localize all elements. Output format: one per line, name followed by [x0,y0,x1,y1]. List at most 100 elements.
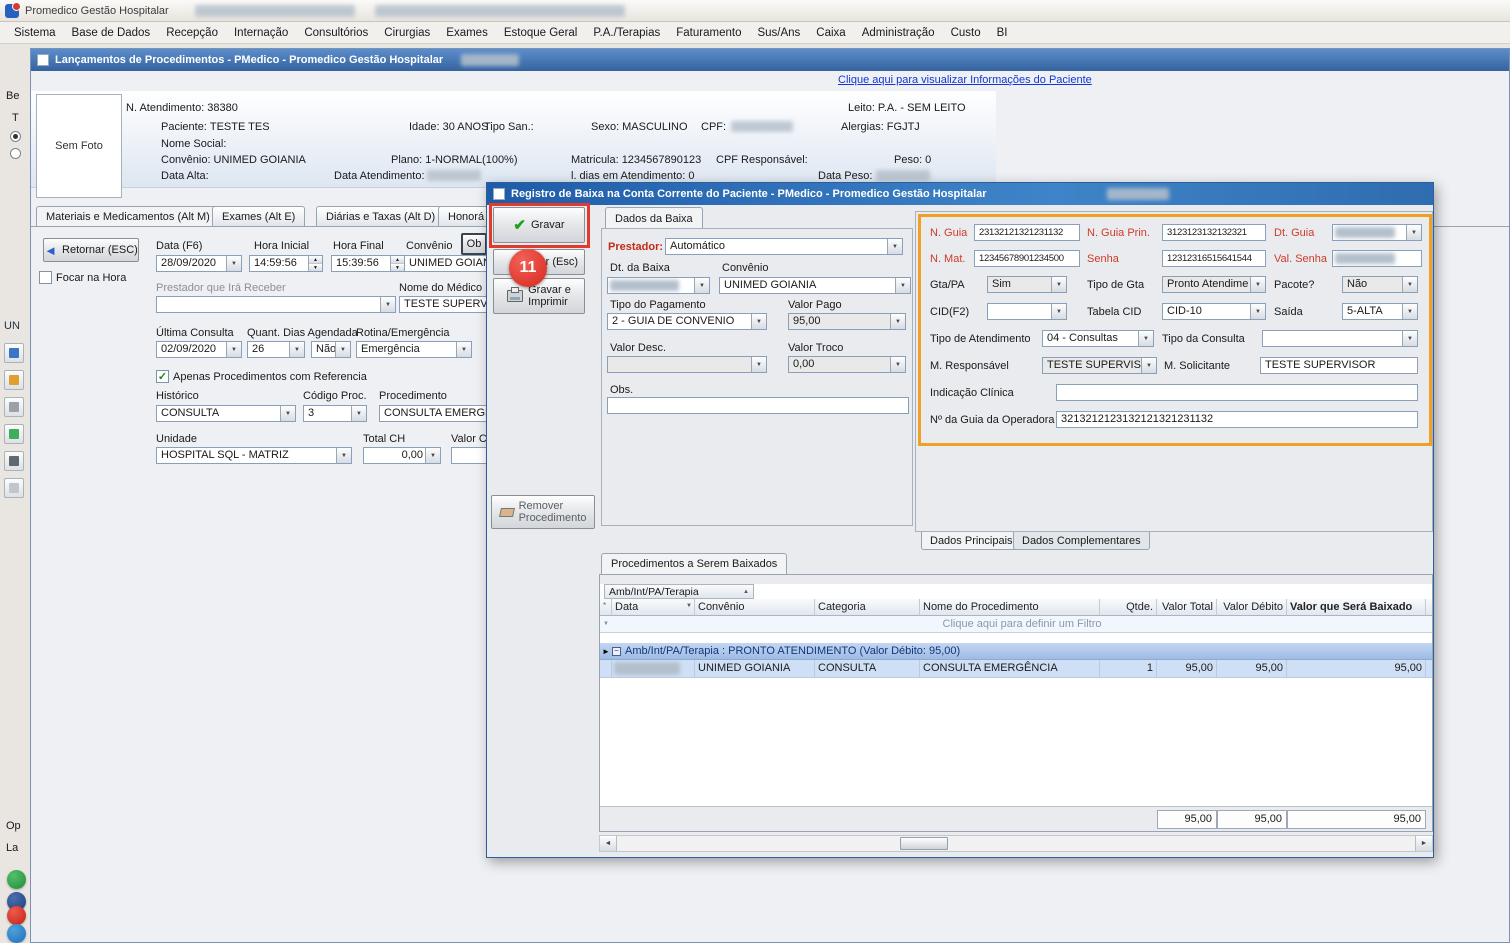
chevron-down-icon[interactable]: ▼ [1402,277,1417,292]
data-f6-combo[interactable]: 28/09/2020 ▼ [156,255,242,272]
chevron-down-icon[interactable]: ▼ [226,342,241,357]
col-header-data[interactable]: Data▼ [612,599,695,616]
tab-diarias-taxas[interactable]: Diárias e Taxas (Alt D) [316,206,445,227]
col-header-valor-baixado[interactable]: Valor que Será Baixado [1287,599,1426,616]
menu-pa-terapias[interactable]: P.A./Terapias [585,24,668,42]
col-header-valor-debito[interactable]: Valor Débito [1217,599,1287,616]
col-header-valor-total[interactable]: Valor Total [1157,599,1217,616]
col-header-procedimento[interactable]: Nome do Procedimento [920,599,1100,616]
side-radio-2[interactable] [10,148,21,159]
pacote-combo[interactable]: Não ▼ [1342,276,1418,293]
n-guia-input[interactable]: 23132121321231132 [974,224,1080,241]
chevron-down-icon[interactable]: ▼ [335,342,350,357]
shortcut-red-icon[interactable] [7,906,26,925]
prestador-combo[interactable]: Automático ▼ [665,238,903,255]
chevron-down-icon[interactable]: ▼ [456,342,471,357]
chevron-down-icon[interactable]: ▼ [751,314,766,329]
col-header-convenio[interactable]: Convênio [695,599,815,616]
grid-group-row[interactable]: ► − Amb/Int/PA/Terapia : PRONTO ATENDIME… [600,643,1432,660]
side-tool-printer-icon[interactable] [4,451,24,471]
chevron-down-icon[interactable]: ▼ [694,278,709,293]
n-guia-operadora-input[interactable]: 3213212123132121321231132 [1056,411,1418,428]
shortcut-teal-icon[interactable] [7,924,26,943]
cid-f2-combo[interactable]: ▼ [987,303,1067,320]
tab-dados-complementares[interactable]: Dados Complementares [1013,532,1150,550]
side-tool-icon-4[interactable] [4,424,24,444]
tab-procedimentos-baixados[interactable]: Procedimentos a Serem Baixados [601,553,787,574]
menu-sistema[interactable]: Sistema [6,24,64,42]
tipo-gta-combo[interactable]: Pronto Atendime ▼ [1162,276,1266,293]
chevron-down-icon[interactable]: ▼ [1051,277,1066,292]
tab-dados-principais[interactable]: Dados Principais [921,532,1022,550]
hora-inicial-field[interactable]: 14:59:56 ▲▼ [249,255,323,272]
obs-input[interactable] [607,397,909,414]
chevron-down-icon[interactable]: ▼ [1406,225,1421,240]
m-responsavel-combo[interactable]: TESTE SUPERVIS ▼ [1042,357,1157,374]
scroll-left-icon[interactable]: ◄ [600,836,617,851]
menu-recepcao[interactable]: Recepção [158,24,226,42]
rotina-emergencia-combo[interactable]: Emergência ▼ [356,341,472,358]
side-tool-icon-1[interactable] [4,343,24,363]
menu-exames[interactable]: Exames [438,24,496,42]
tab-exames[interactable]: Exames (Alt E) [212,206,305,227]
total-ch-field[interactable]: 0,00 ▼ [363,447,441,464]
dt-guia-combo[interactable]: ▼ [1332,224,1422,241]
collapse-icon[interactable]: − [612,647,621,656]
chevron-down-icon[interactable]: ▼ [289,342,304,357]
tipo-pagamento-combo[interactable]: 2 - GUIA DE CONVENIO ▼ [607,313,767,330]
retornar-button[interactable]: ◄ Retornar (ESC) [43,238,139,262]
scroll-right-icon[interactable]: ► [1415,836,1432,851]
col-header-qtde[interactable]: Qtde. [1100,599,1157,616]
menu-bi[interactable]: BI [989,24,1016,42]
valor-pago-field[interactable]: 95,00 ▼ [788,313,906,330]
convenio-form-field[interactable]: UNIMED GOIANI [404,255,487,272]
grid-data-row[interactable]: UNIMED GOIANIA CONSULTA CONSULTA EMERGÊN… [600,660,1432,678]
tabela-cid-combo[interactable]: CID-10 ▼ [1162,303,1266,320]
chevron-down-icon[interactable]: ▼ [425,448,440,463]
valor-troco-field[interactable]: 0,00 ▼ [788,356,906,373]
chevron-down-icon[interactable]: ▼ [1402,331,1417,346]
spinner-icon[interactable]: ▲▼ [308,256,322,271]
chevron-down-icon[interactable]: ▼ [887,239,902,254]
chevron-down-icon[interactable]: ▼ [1138,331,1153,346]
n-mat-input[interactable]: 12345678901234500 [974,250,1080,267]
filter-arrow-icon[interactable]: ▼ [686,603,692,609]
chevron-down-icon[interactable]: ▼ [1402,304,1417,319]
horizontal-scrollbar[interactable]: ◄ ► [599,835,1433,852]
val-senha-input[interactable] [1332,250,1422,267]
agendada-combo[interactable]: Não ▼ [311,341,351,358]
valor-desc-field[interactable]: ▼ [607,356,767,373]
side-tool-pencil-icon[interactable] [4,370,24,390]
nome-medico-field[interactable]: TESTE SUPERVIS [399,296,487,313]
obs-button[interactable]: Ob [461,233,487,255]
senha-input[interactable]: 12312316515641544 [1162,250,1266,267]
menu-sus-ans[interactable]: Sus/Ans [749,24,808,42]
menu-faturamento[interactable]: Faturamento [668,24,749,42]
tipo-atendimento-combo[interactable]: 04 - Consultas ▼ [1042,330,1154,347]
prestador-recebe-combo[interactable]: ▼ [156,296,396,313]
chevron-down-icon[interactable]: ▼ [280,406,295,421]
side-tool-icon-6[interactable] [4,478,24,498]
historico-combo[interactable]: CONSULTA ▼ [156,405,296,422]
chevron-down-icon[interactable]: ▼ [226,256,241,271]
menu-internacao[interactable]: Internação [226,24,296,42]
grid-filter-row[interactable]: ▼ Clique aqui para definir um Filtro [600,616,1432,633]
menu-administracao[interactable]: Administração [854,24,943,42]
quant-dias-field[interactable]: 26 ▼ [247,341,305,358]
remover-procedimento-button[interactable]: Remover Procedimento [491,495,595,529]
tab-materiais-medicamentos[interactable]: Materiais e Medicamentos (Alt M) [36,206,220,227]
menu-base-de-dados[interactable]: Base de Dados [64,24,159,42]
chevron-down-icon[interactable]: ▼ [1250,304,1265,319]
indicacao-clinica-input[interactable] [1056,384,1418,401]
dt-baixa-combo[interactable]: ▼ [607,277,710,294]
tipo-consulta-combo[interactable]: ▼ [1262,330,1418,347]
shortcut-green-icon[interactable] [7,870,26,889]
procedimento-field[interactable]: CONSULTA EMERGÊN [379,405,487,422]
apenas-referencia-checkbox[interactable]: ✓ [156,370,169,383]
menu-cirurgias[interactable]: Cirurgias [376,24,438,42]
chevron-down-icon[interactable]: ▼ [351,406,366,421]
chevron-down-icon[interactable]: ▼ [895,278,910,293]
ultima-consulta-combo[interactable]: 02/09/2020 ▼ [156,341,242,358]
dlg-convenio-combo[interactable]: UNIMED GOIANIA ▼ [719,277,911,294]
hora-final-field[interactable]: 15:39:56 ▲▼ [331,255,405,272]
